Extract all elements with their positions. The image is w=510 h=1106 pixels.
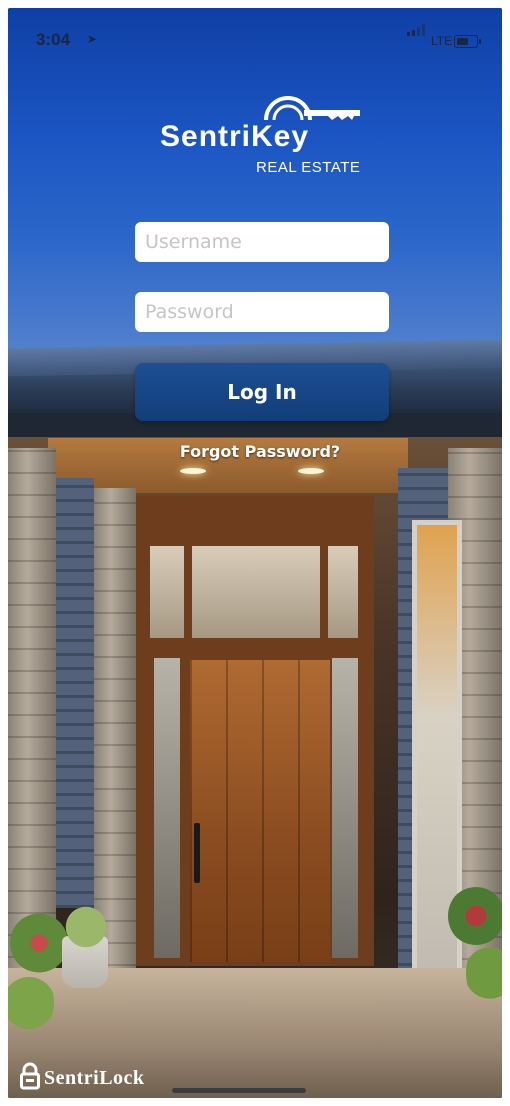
background-sidelight	[154, 658, 180, 958]
background-sidelight	[332, 658, 358, 958]
app-screen: 3:04 ➤ LTE SentriKey REAL ESTATE Log In …	[8, 8, 502, 1098]
sentrikey-logo: SentriKey REAL ESTATE	[160, 90, 370, 186]
background-siding-left	[56, 478, 94, 908]
background-ceiling-light	[180, 468, 206, 474]
background-door-handle	[194, 823, 200, 883]
company-name: SentriLock	[44, 1067, 145, 1089]
brand-subtitle: REAL ESTATE	[256, 159, 361, 176]
password-input[interactable]	[135, 292, 389, 332]
username-input[interactable]	[135, 222, 389, 262]
background-window	[412, 520, 462, 1010]
background-front-door	[190, 660, 330, 962]
background-plant	[60, 906, 112, 948]
status-bar: 3:04 ➤ LTE	[8, 8, 502, 52]
location-arrow-icon: ➤	[87, 32, 98, 46]
forgot-password-link[interactable]: Forgot Password?	[8, 442, 502, 461]
background-transom-window	[150, 546, 358, 638]
battery-icon	[454, 35, 481, 48]
key-icon	[264, 96, 360, 121]
status-time: 3:04	[36, 30, 71, 49]
home-indicator[interactable]	[172, 1088, 306, 1093]
carrier-label: LTE	[431, 34, 453, 48]
brand-name: SentriKey	[160, 120, 310, 153]
background-plant	[448, 886, 502, 946]
login-button[interactable]: Log In	[135, 363, 389, 421]
background-ceiling-light	[298, 468, 324, 474]
padlock-icon	[20, 1062, 40, 1090]
background-plant	[10, 913, 68, 973]
